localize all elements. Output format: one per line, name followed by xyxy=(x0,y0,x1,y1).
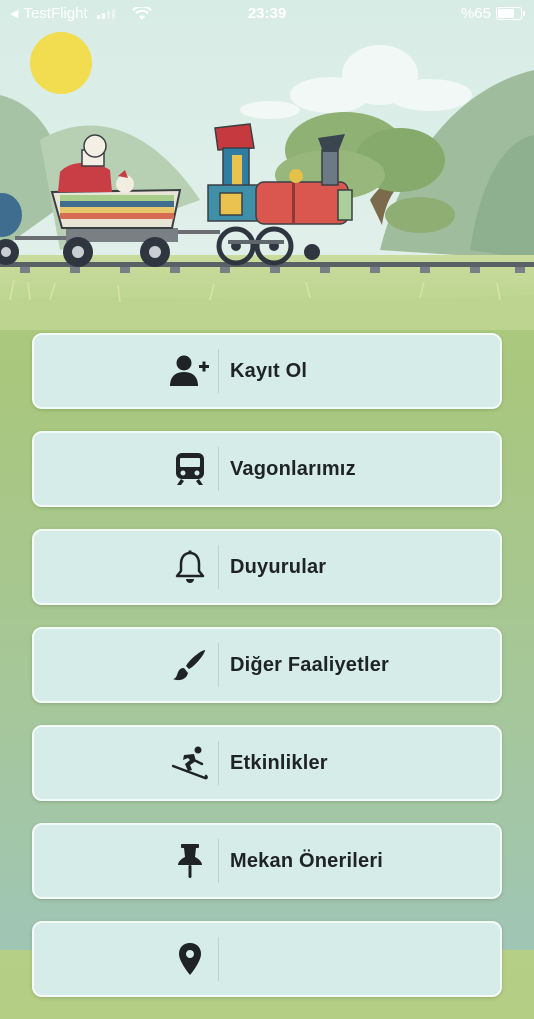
place-suggestions-button[interactable]: Mekan Önerileri xyxy=(32,823,502,899)
other-activities-label: Diğer Faaliyetler xyxy=(230,654,390,676)
separator xyxy=(218,643,219,687)
sun-icon xyxy=(30,32,92,94)
map-button[interactable] xyxy=(32,921,502,997)
bell-icon xyxy=(170,547,210,587)
skiing-icon xyxy=(170,743,210,783)
wagons-button[interactable]: Vagonlarımız xyxy=(32,431,502,507)
register-button[interactable]: Kayıt Ol xyxy=(32,333,502,409)
wagons-label: Vagonlarımız xyxy=(230,458,356,480)
place-suggestions-label: Mekan Önerileri xyxy=(230,850,384,872)
other-activities-button[interactable]: Diğer Faaliyetler xyxy=(32,627,502,703)
main-menu: Kayıt Ol Vagonlarımız Duyurular Diğer Fa… xyxy=(32,333,502,1019)
train-illustration xyxy=(0,0,534,330)
announcements-button[interactable]: Duyurular xyxy=(32,529,502,605)
announcements-label: Duyurular xyxy=(230,556,327,578)
thumbtack-icon xyxy=(170,841,210,881)
clock: 23:39 xyxy=(247,5,287,22)
train-icon xyxy=(170,449,210,489)
events-button[interactable]: Etkinlikler xyxy=(32,725,502,801)
user-plus-icon xyxy=(170,351,210,391)
status-bar: ◀ TestFlight 23:39 %65 xyxy=(0,0,534,28)
battery-percent: %65 xyxy=(460,5,491,22)
separator xyxy=(218,839,219,883)
separator xyxy=(218,937,219,981)
register-label: Kayıt Ol xyxy=(230,360,308,382)
separator xyxy=(218,545,219,589)
separator xyxy=(218,741,219,785)
separator xyxy=(218,349,219,393)
paint-brush-icon xyxy=(170,645,210,685)
separator xyxy=(218,447,219,491)
battery-icon xyxy=(496,7,525,20)
map-marker-icon xyxy=(170,939,210,979)
events-label: Etkinlikler xyxy=(230,752,328,774)
